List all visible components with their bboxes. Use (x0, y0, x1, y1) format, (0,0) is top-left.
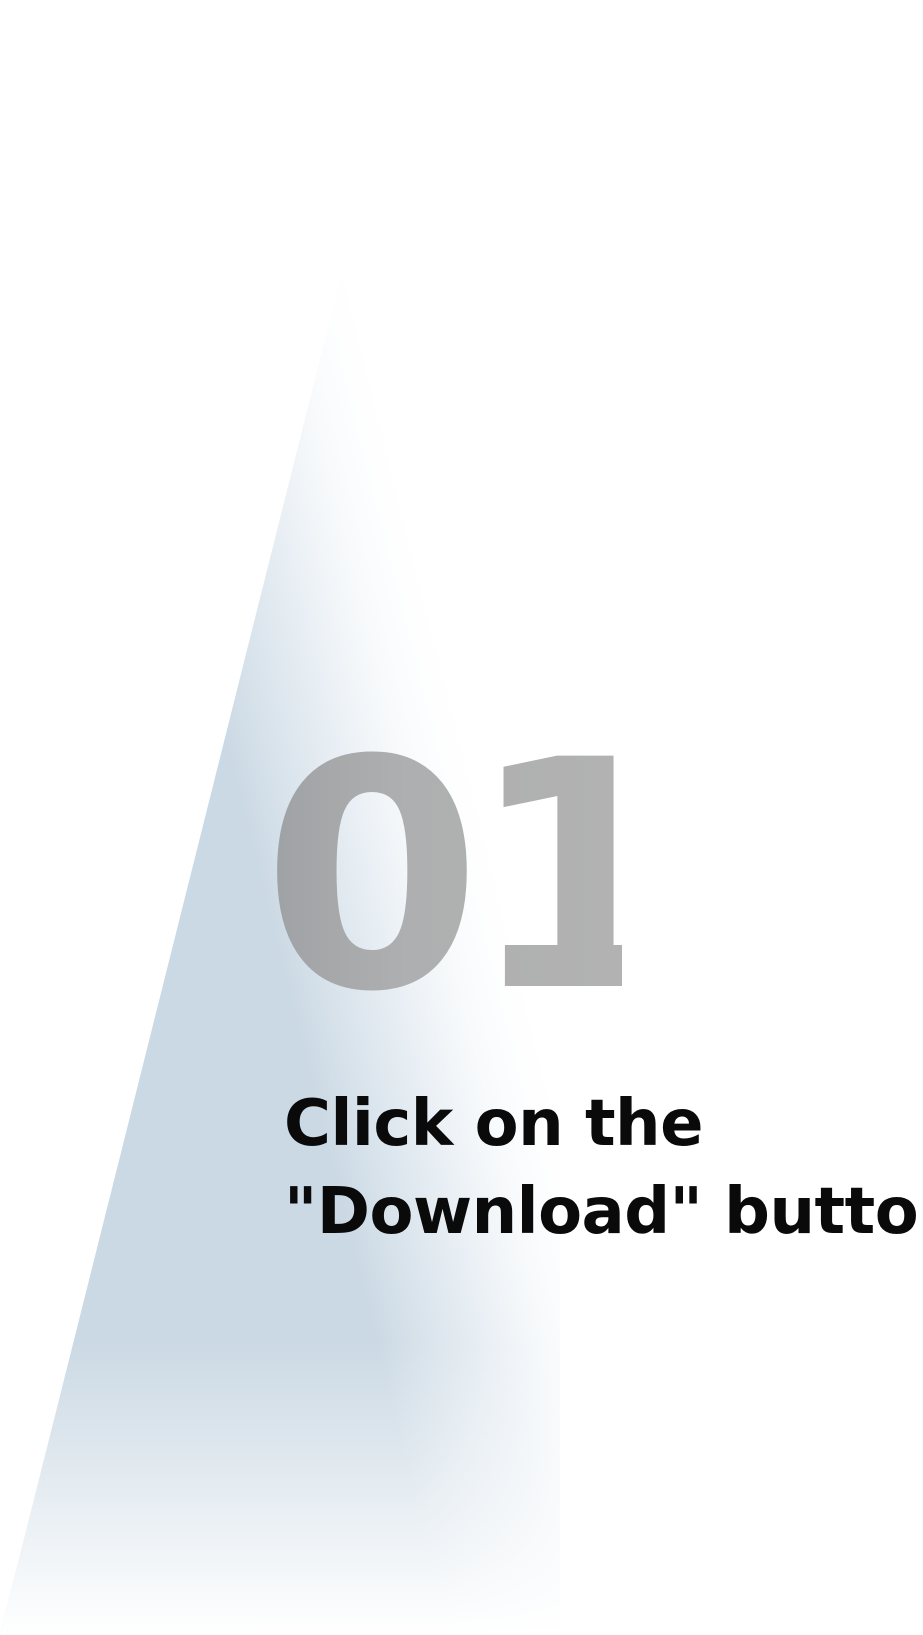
step-title-line-1: Click on the (284, 1087, 704, 1161)
step-title: Click on the "Download" button (284, 1080, 923, 1256)
step-number: 01 (262, 693, 688, 1061)
step-title-line-2: "Download" button (284, 1175, 923, 1249)
step-card: 01 Click on the "Download" button (0, 0, 923, 1635)
